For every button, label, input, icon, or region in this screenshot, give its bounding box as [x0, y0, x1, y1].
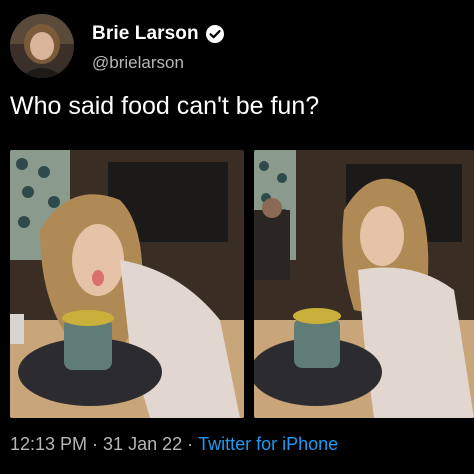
separator-dot: ·: [187, 434, 194, 454]
name-row: Brie Larson: [92, 22, 225, 46]
tweet-source-link[interactable]: Twitter for iPhone: [198, 434, 338, 454]
tweet-metadata: 12:13 PM · 31 Jan 22 · Twitter for iPhone: [10, 434, 338, 455]
photo-1-image: [10, 150, 244, 418]
author-block: Brie Larson @brielarson: [92, 22, 225, 73]
tweet-text: Who said food can't be fun?: [10, 92, 320, 120]
verified-badge-icon: [205, 24, 225, 44]
tweet-card: Brie Larson @brielarson Who said food ca…: [0, 0, 474, 474]
display-name[interactable]: Brie Larson: [92, 23, 199, 45]
media-photo-1[interactable]: [10, 150, 244, 418]
separator-dot: ·: [92, 434, 99, 454]
avatar[interactable]: [10, 14, 74, 78]
media-photo-2[interactable]: [254, 150, 474, 418]
avatar-photo: [10, 14, 74, 78]
handle[interactable]: @brielarson: [92, 53, 225, 73]
tweet-time[interactable]: 12:13 PM: [10, 434, 87, 454]
photo-2-image: [254, 150, 474, 418]
tweet-date[interactable]: 31 Jan 22: [103, 434, 182, 454]
